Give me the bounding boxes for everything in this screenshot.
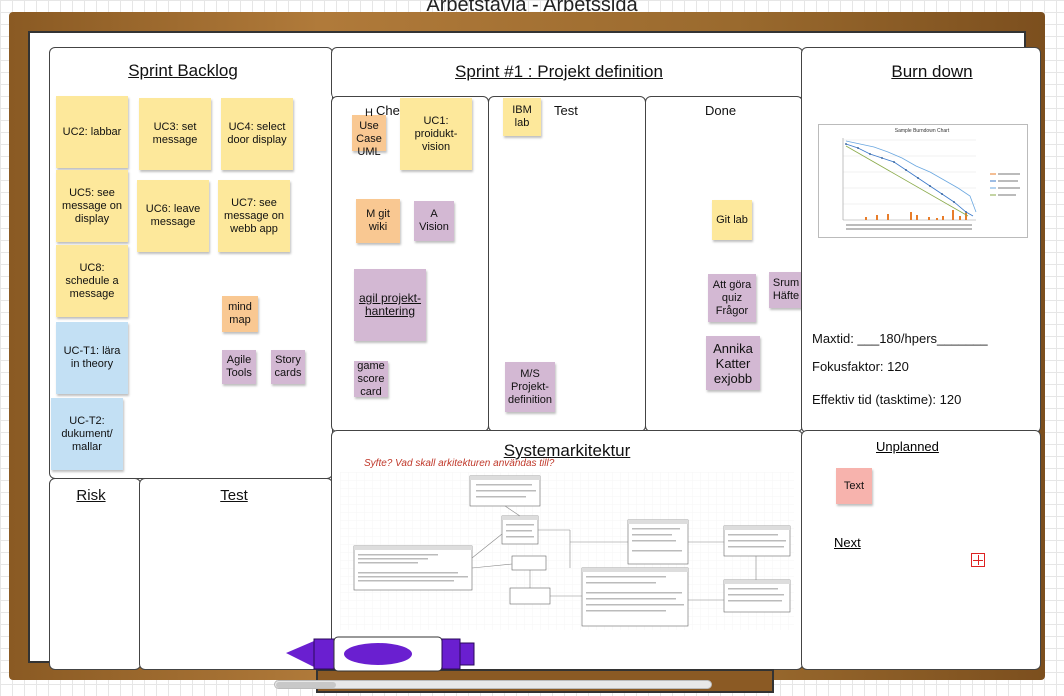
sticky-note[interactable]: H Use Case UML	[352, 107, 386, 158]
sticky-note[interactable]: Git lab	[712, 200, 752, 240]
sticky-note[interactable]: M git wiki	[356, 199, 400, 243]
uml-class-diagram	[340, 472, 794, 630]
test-panel-title: Test	[220, 487, 248, 504]
sticky-note[interactable]: UC6: leave message	[137, 180, 209, 252]
burndown-title: Burn down	[891, 62, 973, 81]
sticky-note[interactable]: Story cards	[271, 350, 305, 384]
effektiv-tid-text: Effektiv tid (tasktime): 120	[812, 392, 962, 407]
sticky-note[interactable]: UC3: set message	[139, 98, 211, 170]
done-column-header: Done	[705, 103, 737, 118]
sticky-note[interactable]: Srum Häfte	[769, 272, 803, 308]
sticky-note[interactable]: A Vision	[414, 201, 454, 241]
sticky-note[interactable]: Att göra quiz Frågor	[708, 274, 756, 322]
sticky-note[interactable]: Text	[836, 468, 872, 504]
sticky-note[interactable]: UC4: select door display	[221, 98, 293, 170]
burndown-chart-title: Sample Burndown Chart	[895, 128, 950, 134]
horizontal-scrollbar[interactable]	[274, 680, 712, 689]
scrollbar-thumb[interactable]	[276, 682, 336, 688]
system-architecture-question: Syfte? Vad skall arkitekturen användas t…	[364, 458, 555, 469]
next-link[interactable]: Next	[834, 535, 861, 550]
sticky-note[interactable]: game score card	[354, 360, 388, 398]
test-column-header: Test	[554, 103, 578, 118]
unplanned-panel	[801, 430, 1041, 670]
fokusfaktor-text: Fokusfaktor: 120	[812, 359, 909, 374]
burndown-panel	[801, 47, 1041, 433]
sticky-note[interactable]: Agile Tools	[222, 350, 256, 384]
sticky-note[interactable]: IBM lab	[503, 98, 541, 136]
unplanned-title: Unplanned	[876, 439, 939, 454]
sprint-title: Sprint #1 : Projekt definition	[455, 62, 663, 81]
sticky-note[interactable]: UC5: see message on display	[56, 170, 128, 242]
plus-square-icon[interactable]	[971, 553, 985, 567]
sticky-note[interactable]: UC8: schedule a message	[56, 245, 128, 317]
sticky-note[interactable]: UC1: proidukt-vision	[400, 98, 472, 170]
sticky-note[interactable]: Annika Katter exjobb	[706, 336, 760, 390]
sticky-note[interactable]: UC-T1: lära in theory	[56, 322, 128, 394]
sprint-backlog-title: Sprint Backlog	[128, 61, 238, 80]
sticky-note[interactable]: UC-T2: dukument/ mallar	[51, 398, 123, 470]
sticky-note[interactable]: UC2: labbar	[56, 96, 128, 168]
sticky-note[interactable]: UC7: see message on webb app	[218, 180, 290, 252]
sticky-note[interactable]: agil projekt-hantering	[354, 269, 426, 341]
marker-icon[interactable]	[286, 633, 478, 675]
burndown-chart: Sample Burndown Chart	[818, 124, 1028, 238]
risk-title: Risk	[76, 487, 106, 504]
sticky-note[interactable]: M/S Projekt-definition	[505, 362, 555, 412]
maxtid-text: Maxtid: ___180/hpers_______	[812, 331, 988, 346]
sticky-note[interactable]: mind map	[222, 296, 258, 332]
risk-panel	[49, 478, 141, 670]
